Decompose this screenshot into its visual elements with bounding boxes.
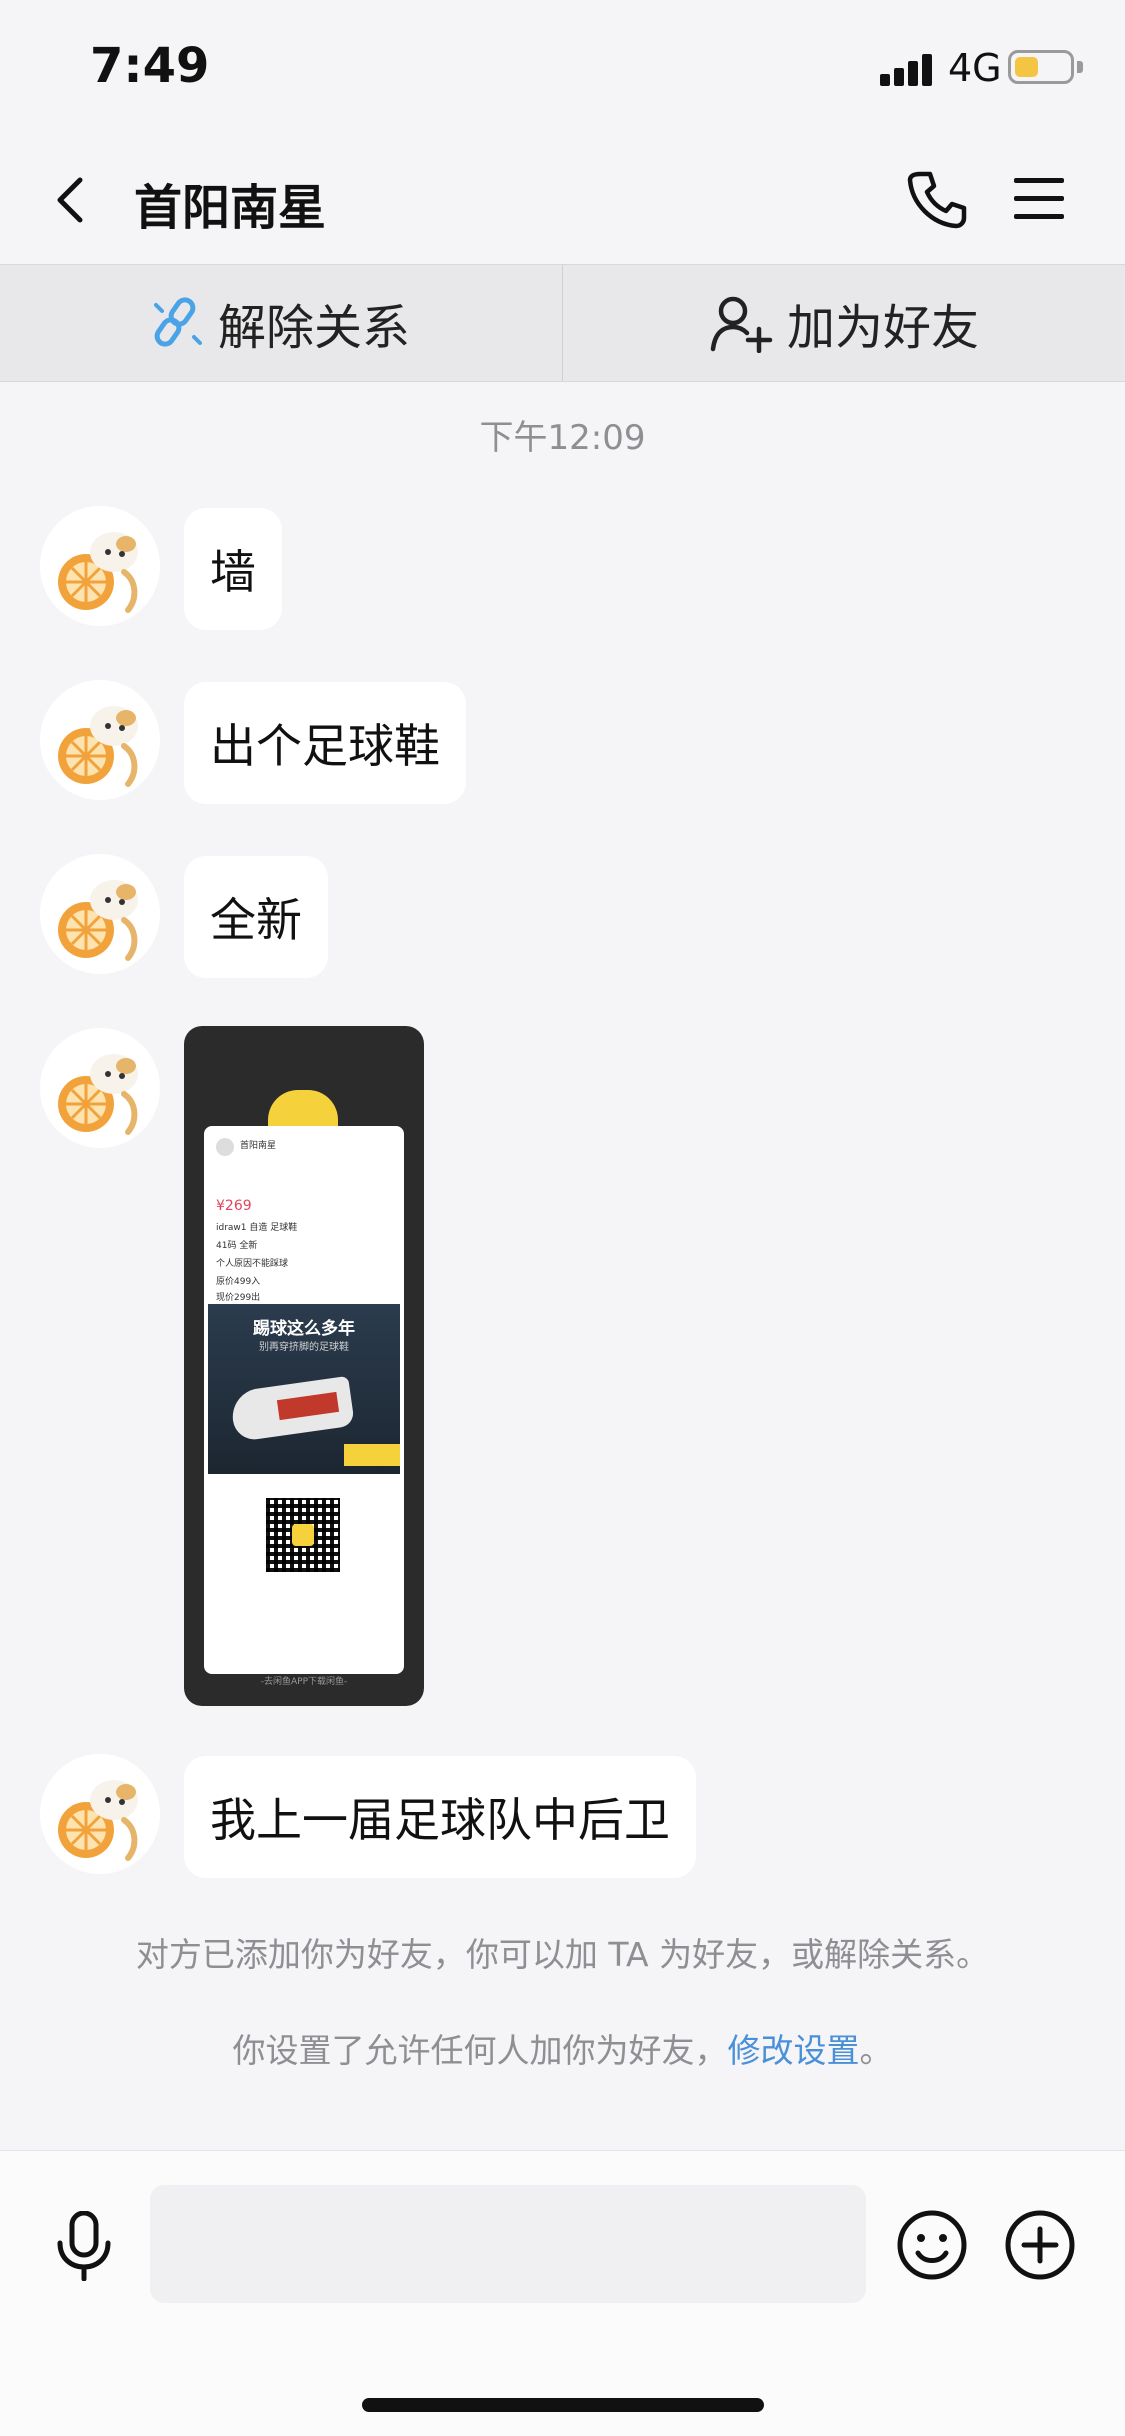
emoji-icon[interactable] <box>896 2209 968 2281</box>
message-text: 全新 <box>210 893 302 947</box>
listing-line: 41码 全新 <box>216 1241 258 1251</box>
cat-orange-avatar-icon <box>40 1028 160 1148</box>
settings-notice: 你设置了允许任何人加你为好友，修改设置。 <box>0 2024 1125 2072</box>
avatar[interactable] <box>40 506 160 626</box>
cat-orange-avatar-icon <box>40 680 160 800</box>
plus-icon[interactable] <box>1004 2209 1076 2281</box>
avatar[interactable] <box>40 680 160 800</box>
listing-price: ¥269 <box>216 1198 252 1214</box>
message-bubble[interactable]: 出个足球鞋 <box>184 682 466 804</box>
microphone-icon[interactable] <box>52 2211 116 2281</box>
battery-icon <box>1008 50 1074 84</box>
page-title: 首阳南星 <box>134 180 327 236</box>
listing-card: 首阳南星 ¥269 idraw1 自造 足球鞋 41码 全新 个人原因不能踩球 … <box>204 1126 404 1674</box>
seller-name: 首阳南星 <box>240 1141 277 1151</box>
avatar[interactable] <box>40 1754 160 1874</box>
network-label: 4G <box>948 46 1002 90</box>
unlink-button[interactable]: 解除关系 <box>0 265 562 381</box>
product-photo: 踢球这么多年 别再穿挤脚的足球鞋 <box>208 1304 400 1474</box>
message-bubble[interactable]: 我上一届足球队中后卫 <box>184 1756 696 1878</box>
add-friend-button[interactable]: 加为好友 <box>563 265 1125 381</box>
chat-screen: 7:49 4G 首阳南星 解除关系 加为好友 下午12:09 墙 出个足球鞋 全… <box>0 0 1125 2436</box>
image-message[interactable]: 首阳南星 ¥269 idraw1 自造 足球鞋 41码 全新 个人原因不能踩球 … <box>184 1026 424 1706</box>
menu-icon[interactable] <box>1012 174 1066 224</box>
signal-icon <box>880 52 936 86</box>
message-text: 我上一届足球队中后卫 <box>210 1793 670 1847</box>
message-bubble[interactable]: 全新 <box>184 856 328 978</box>
image-footer: -去闲鱼APP下载闲鱼- <box>260 1677 348 1687</box>
back-icon[interactable] <box>42 170 102 230</box>
listing-line: 个人原因不能踩球 <box>216 1259 289 1269</box>
photo-badge <box>344 1444 400 1466</box>
battery-tip <box>1077 61 1083 73</box>
modify-settings-link[interactable]: 修改设置 <box>728 2031 860 2070</box>
status-bar: 7:49 4G <box>0 0 1125 140</box>
avatar[interactable] <box>40 1028 160 1148</box>
nav-bar: 首阳南星 <box>0 140 1125 264</box>
listing-line: 现价299出 <box>216 1293 261 1303</box>
message-text: 墙 <box>210 545 256 599</box>
add-friend-label: 加为好友 <box>786 300 979 356</box>
settings-notice-suffix: 。 <box>859 2031 893 2070</box>
phone-icon[interactable] <box>904 168 968 232</box>
home-indicator[interactable] <box>362 2398 764 2412</box>
unlink-label: 解除关系 <box>217 300 410 356</box>
avatar[interactable] <box>40 854 160 974</box>
settings-notice-text: 你设置了允许任何人加你为好友， <box>232 2031 728 2070</box>
listing-line: 原价499入 <box>216 1277 261 1287</box>
listing-line: idraw1 自造 足球鞋 <box>216 1223 298 1233</box>
friend-notice: 对方已添加你为好友，你可以加 TA 为好友，或解除关系。 <box>135 1935 990 1974</box>
cat-orange-avatar-icon <box>40 854 160 974</box>
photo-subtitle: 别再穿挤脚的足球鞋 <box>259 1342 349 1353</box>
status-time: 7:49 <box>90 38 210 94</box>
message-input[interactable] <box>150 2185 866 2303</box>
photo-title: 踢球这么多年 <box>253 1319 355 1339</box>
cat-orange-avatar-icon <box>40 506 160 626</box>
qr-logo <box>292 1524 314 1546</box>
relation-action-bar: 解除关系 加为好友 <box>0 264 1125 382</box>
cat-orange-avatar-icon <box>40 1754 160 1874</box>
add-user-icon <box>710 296 773 353</box>
seller-avatar <box>216 1138 234 1156</box>
input-bar <box>0 2150 1125 2436</box>
link-broken-icon <box>153 297 202 347</box>
message-bubble[interactable]: 墙 <box>184 508 282 630</box>
message-text: 出个足球鞋 <box>210 719 440 773</box>
time-divider: 下午12:09 <box>479 418 646 458</box>
